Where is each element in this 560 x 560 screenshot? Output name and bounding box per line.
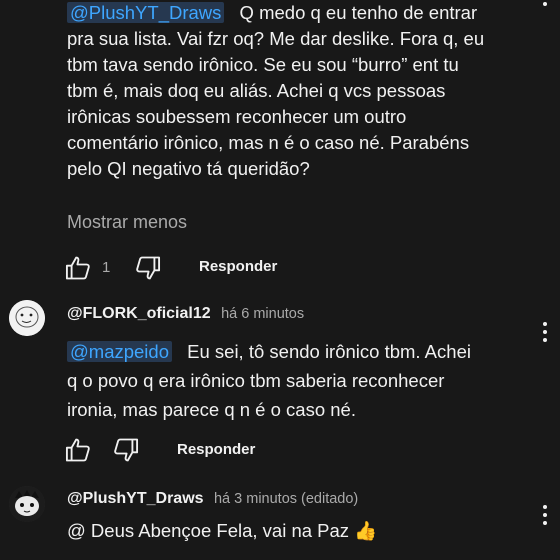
mention-link[interactable]: @PlushYT_Draws xyxy=(67,2,225,23)
comment-line: pra sua lista. Vai fzr oq? Me dar deslik… xyxy=(67,28,485,49)
comment-3-text: @ Deus Abençoe Fela, vai na Paz 👍 xyxy=(67,518,377,544)
comment-2-header: @FLORK_oficial12 há 6 minutos xyxy=(67,305,304,323)
comment-line: tbm é, mais doq eu aliás. Achei q vcs pe… xyxy=(67,80,446,101)
avatar[interactable] xyxy=(9,486,45,522)
dislike-button[interactable] xyxy=(134,254,162,282)
comment-3-header: @PlushYT_Draws há 3 minutos (editado) xyxy=(67,490,358,508)
comment-line: irônicas soubessem reconhecer um outro xyxy=(67,106,407,127)
comment-2-text: @mazpeido Eu sei, tô sendo irônico tbm. … xyxy=(67,337,537,424)
show-less-button[interactable]: Mostrar menos xyxy=(67,212,187,233)
comment-line: q o povo q era irônico tbm saberia recon… xyxy=(67,370,445,391)
like-count: 1 xyxy=(102,259,111,276)
author-name[interactable]: @PlushYT_Draws xyxy=(67,490,204,507)
comment-line: Q medo q eu tenho de entrar xyxy=(239,2,478,23)
dislike-icon xyxy=(136,256,161,280)
comment-line: Eu sei, tô sendo irônico tbm. Achei xyxy=(187,341,471,362)
dislike-icon xyxy=(114,438,139,462)
reply-button[interactable]: Responder xyxy=(199,258,277,275)
comment-line: ironia, mas parece q n é o caso né. xyxy=(67,399,356,420)
more-options-button[interactable] xyxy=(543,322,549,346)
comment-line: pelo QI negativo tá queridão? xyxy=(67,158,310,179)
timestamp[interactable]: há 3 minutos (editado) xyxy=(214,491,358,507)
like-button[interactable] xyxy=(64,436,92,464)
author-name[interactable]: @FLORK_oficial12 xyxy=(67,305,211,322)
like-button[interactable] xyxy=(64,254,92,282)
timestamp[interactable]: há 6 minutos xyxy=(221,306,304,322)
more-vert-icon xyxy=(543,322,547,326)
comment-1-text: @PlushYT_Draws Q medo q eu tenho de entr… xyxy=(67,0,547,182)
avatar[interactable] xyxy=(9,300,45,336)
dislike-button[interactable] xyxy=(112,436,140,464)
plush-avatar-icon xyxy=(9,486,45,522)
like-icon xyxy=(65,438,90,462)
thumbs-up-emoji: 👍 xyxy=(354,520,378,541)
comment-line: @ Deus Abençoe Fela, vai na Paz xyxy=(67,520,350,541)
mention-link[interactable]: @mazpeido xyxy=(67,341,172,362)
like-icon xyxy=(65,256,90,280)
comment-line: comentário irônico, mas n é o caso né. P… xyxy=(67,132,470,153)
flork-avatar-icon xyxy=(9,300,45,336)
reply-button[interactable]: Responder xyxy=(177,441,255,458)
comment-line: tbm tava sendo irônico. Se eu sou “burro… xyxy=(67,54,459,75)
more-options-button[interactable] xyxy=(543,505,549,529)
more-vert-icon xyxy=(543,505,547,509)
